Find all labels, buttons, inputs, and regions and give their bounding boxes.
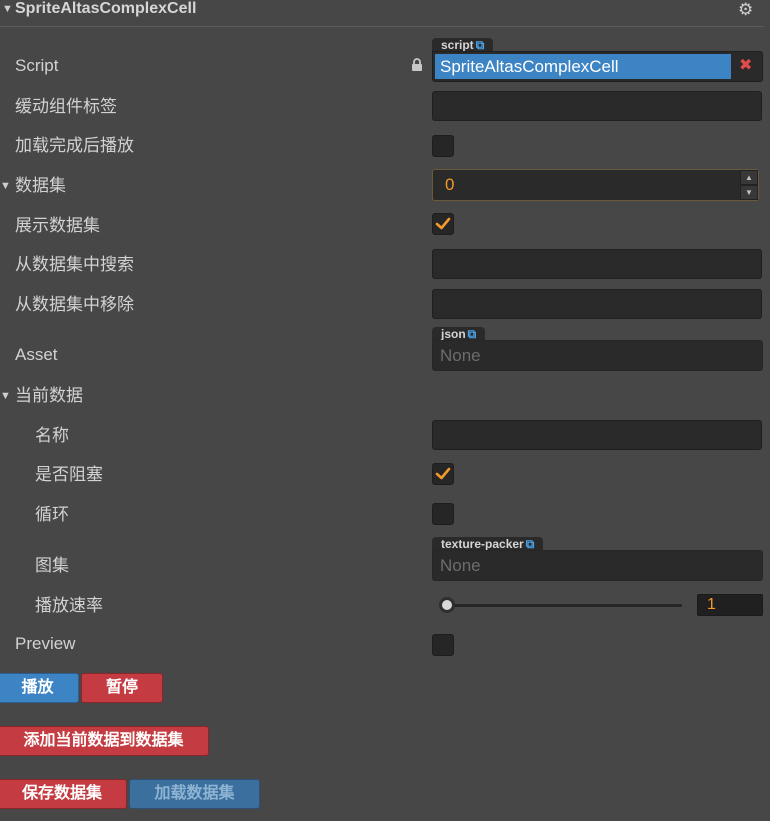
external-link-icon[interactable]: ⧉ — [476, 38, 485, 52]
checkmark-icon — [435, 467, 451, 480]
speed-slider-handle[interactable] — [439, 597, 455, 613]
preview-checkbox[interactable] — [432, 634, 454, 656]
decrement-icon[interactable]: ▼ — [740, 185, 758, 200]
play-on-load-row: 加载完成后播放 — [0, 130, 770, 162]
atlas-field[interactable]: None — [432, 550, 763, 581]
add-current-to-dataset-button[interactable]: 添加当前数据到数据集 — [0, 726, 209, 756]
external-link-icon[interactable]: ⧉ — [526, 537, 535, 551]
show-dataset-row: 展示数据集 — [0, 210, 770, 242]
current-data-row: ▼ 当前数据 — [0, 380, 770, 412]
current-data-label: 当前数据 — [15, 386, 83, 405]
name-input[interactable] — [432, 420, 762, 450]
atlas-label: 图集 — [35, 556, 69, 575]
load-dataset-button[interactable]: 加载数据集 — [129, 779, 260, 809]
increment-icon[interactable]: ▲ — [740, 170, 758, 185]
block-label: 是否阻塞 — [35, 465, 103, 484]
play-button[interactable]: 播放 — [0, 673, 79, 703]
lock-icon — [412, 58, 422, 71]
collapse-icon[interactable]: ▼ — [2, 3, 13, 15]
fold-icon[interactable]: ▼ — [0, 380, 11, 412]
preview-row: Preview — [0, 628, 770, 660]
search-dataset-label: 从数据集中搜索 — [15, 255, 134, 274]
remove-dataset-input[interactable] — [432, 289, 762, 319]
script-value[interactable]: SpriteAltasComplexCell — [435, 54, 731, 79]
component-title: SpriteAltasComplexCell — [15, 0, 197, 17]
loop-label: 循环 — [35, 505, 69, 524]
dataset-spinner[interactable]: ▲ ▼ — [740, 170, 758, 200]
asset-label: Asset — [15, 345, 58, 364]
atlas-tag-label: texture-packer — [441, 537, 524, 551]
preview-label: Preview — [15, 634, 76, 653]
component-header: ▼ SpriteAltasComplexCell ⚙ — [0, 0, 764, 27]
gear-icon[interactable]: ⚙ — [738, 0, 753, 20]
external-link-icon[interactable]: ⧉ — [468, 327, 477, 341]
loop-checkbox[interactable] — [432, 503, 454, 525]
tween-tag-label: 缓动组件标签 — [15, 97, 117, 116]
show-dataset-label: 展示数据集 — [15, 216, 100, 235]
play-on-load-label: 加载完成后播放 — [15, 136, 134, 155]
dataset-label: 数据集 — [15, 176, 66, 195]
fold-icon[interactable]: ▼ — [0, 170, 11, 202]
show-dataset-checkbox[interactable] — [432, 213, 454, 235]
dataset-count-input[interactable]: 0 — [432, 169, 759, 201]
speed-label: 播放速率 — [35, 596, 103, 615]
remove-dataset-label: 从数据集中移除 — [15, 295, 134, 314]
speed-slider-track[interactable] — [440, 604, 682, 607]
script-label: Script — [15, 56, 59, 75]
block-row: 是否阻塞 — [0, 459, 770, 491]
asset-tag-label: json — [441, 327, 466, 341]
search-dataset-input[interactable] — [432, 249, 762, 279]
block-checkbox[interactable] — [432, 463, 454, 485]
loop-row: 循环 — [0, 499, 770, 531]
script-tag-label: script — [441, 38, 474, 52]
speed-input[interactable]: 1 — [697, 594, 763, 616]
tween-tag-input[interactable] — [432, 91, 762, 121]
checkmark-icon — [435, 217, 451, 230]
script-field[interactable]: SpriteAltasComplexCell ✖ — [432, 51, 763, 82]
clear-icon[interactable]: ✖ — [739, 55, 752, 75]
asset-field[interactable]: None — [432, 340, 763, 371]
play-on-load-checkbox[interactable] — [432, 135, 454, 157]
pause-button[interactable]: 暂停 — [81, 673, 163, 703]
save-dataset-button[interactable]: 保存数据集 — [0, 779, 127, 809]
name-label: 名称 — [35, 426, 69, 445]
